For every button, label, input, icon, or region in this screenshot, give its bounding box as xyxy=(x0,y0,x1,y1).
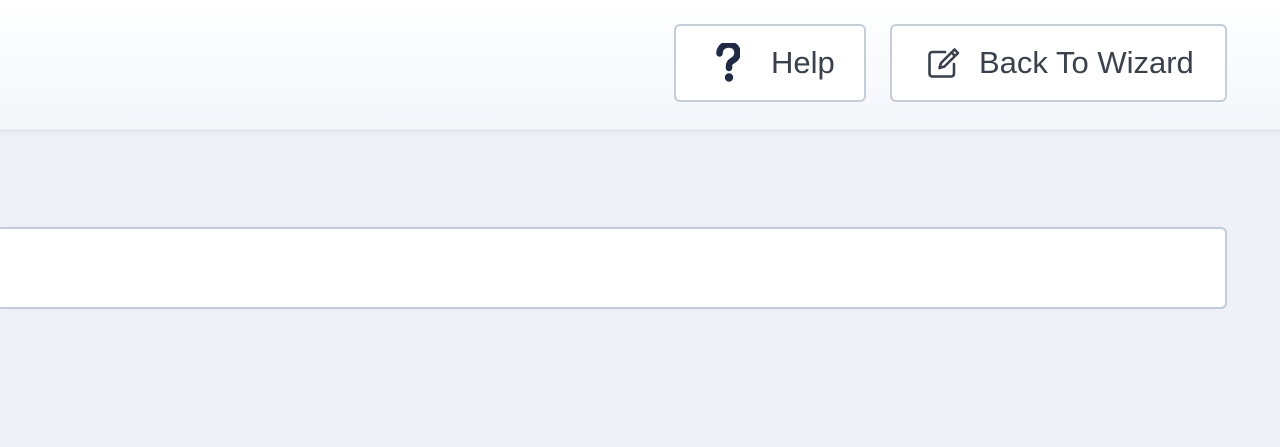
top-toolbar: Help Back To Wizard xyxy=(0,0,1280,130)
back-to-wizard-button[interactable]: Back To Wizard xyxy=(890,24,1227,102)
text-input-field[interactable] xyxy=(0,227,1227,309)
back-to-wizard-label: Back To Wizard xyxy=(979,45,1194,80)
edit-icon xyxy=(927,46,961,80)
help-button-label: Help xyxy=(771,45,835,80)
help-button[interactable]: Help xyxy=(674,24,866,102)
question-mark-icon xyxy=(716,43,740,83)
